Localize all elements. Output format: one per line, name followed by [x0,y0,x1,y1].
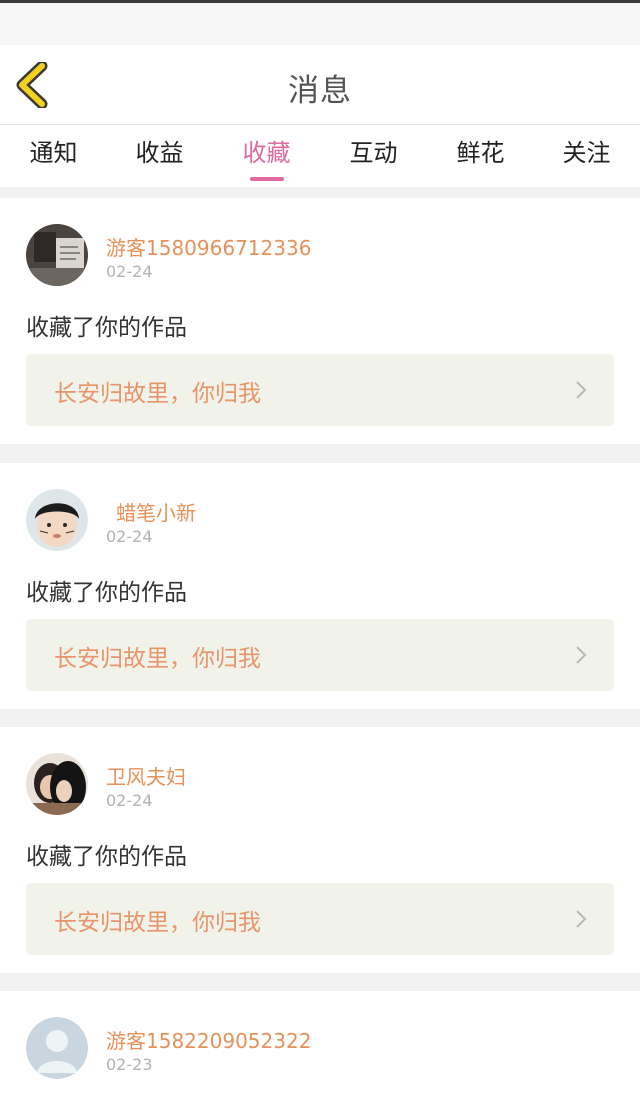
status-bar-edge [0,0,640,3]
tab-flowers[interactable]: 鲜花 [427,125,534,187]
action-text: 收藏了你的作品 [26,580,187,606]
message-date: 02-24 [106,527,153,546]
action-text: 收藏了你的作品 [26,315,187,341]
work-link[interactable]: 长安归故里，你归我 [26,883,614,955]
username-link[interactable]: 蜡笔小新 [116,497,196,526]
default-avatar-icon[interactable] [26,1017,88,1079]
message-date: 02-24 [106,791,153,810]
work-link[interactable]: 长安归故里，你归我 [26,619,614,691]
username-link[interactable]: 游客1580966712336 [106,232,311,261]
avatar[interactable] [26,489,88,551]
work-title: 长安归故里，你归我 [54,646,261,672]
work-link[interactable]: 长安归故里，你归我 [26,354,614,426]
status-bar [0,0,640,45]
tab-bar: 通知 收益 收藏 互动 鲜花 关注 [0,125,640,187]
chevron-right-icon [576,646,587,664]
work-title: 长安归故里，你归我 [54,910,261,936]
message-card: 蜡笔小新 02-24 收藏了你的作品 长安归故里，你归我 [0,463,640,709]
avatar[interactable] [26,753,88,815]
message-card: 卫风夫妇 02-24 收藏了你的作品 长安归故里，你归我 [0,727,640,973]
tab-notifications[interactable]: 通知 [0,125,107,187]
message-card: 游客1582209052322 02-23 [0,991,640,1095]
tab-label: 鲜花 [456,139,505,167]
tab-label: 收益 [135,139,184,167]
tab-label: 通知 [29,139,78,167]
username-link[interactable]: 卫风夫妇 [106,761,186,790]
tab-following[interactable]: 关注 [533,125,640,187]
tab-label: 互动 [349,139,398,167]
action-text: 收藏了你的作品 [26,844,187,870]
chevron-right-icon [576,910,587,928]
avatar[interactable] [26,224,88,286]
username-link[interactable]: 游客1582209052322 [106,1025,311,1054]
chevron-right-icon [576,381,587,399]
message-card: 游客1580966712336 02-24 收藏了你的作品 长安归故里，你归我 [0,198,640,444]
tab-label: 收藏 [242,139,291,167]
tab-underline [250,177,284,181]
tab-favorites[interactable]: 收藏 [213,125,320,187]
page-title: 消息 [288,73,352,109]
tab-interactions[interactable]: 互动 [320,125,427,187]
tab-earnings[interactable]: 收益 [106,125,213,187]
message-date: 02-24 [106,262,153,281]
tab-label: 关注 [562,139,611,167]
message-date: 02-23 [106,1055,153,1074]
work-title: 长安归故里，你归我 [54,381,261,407]
header: 消息 [0,45,640,125]
